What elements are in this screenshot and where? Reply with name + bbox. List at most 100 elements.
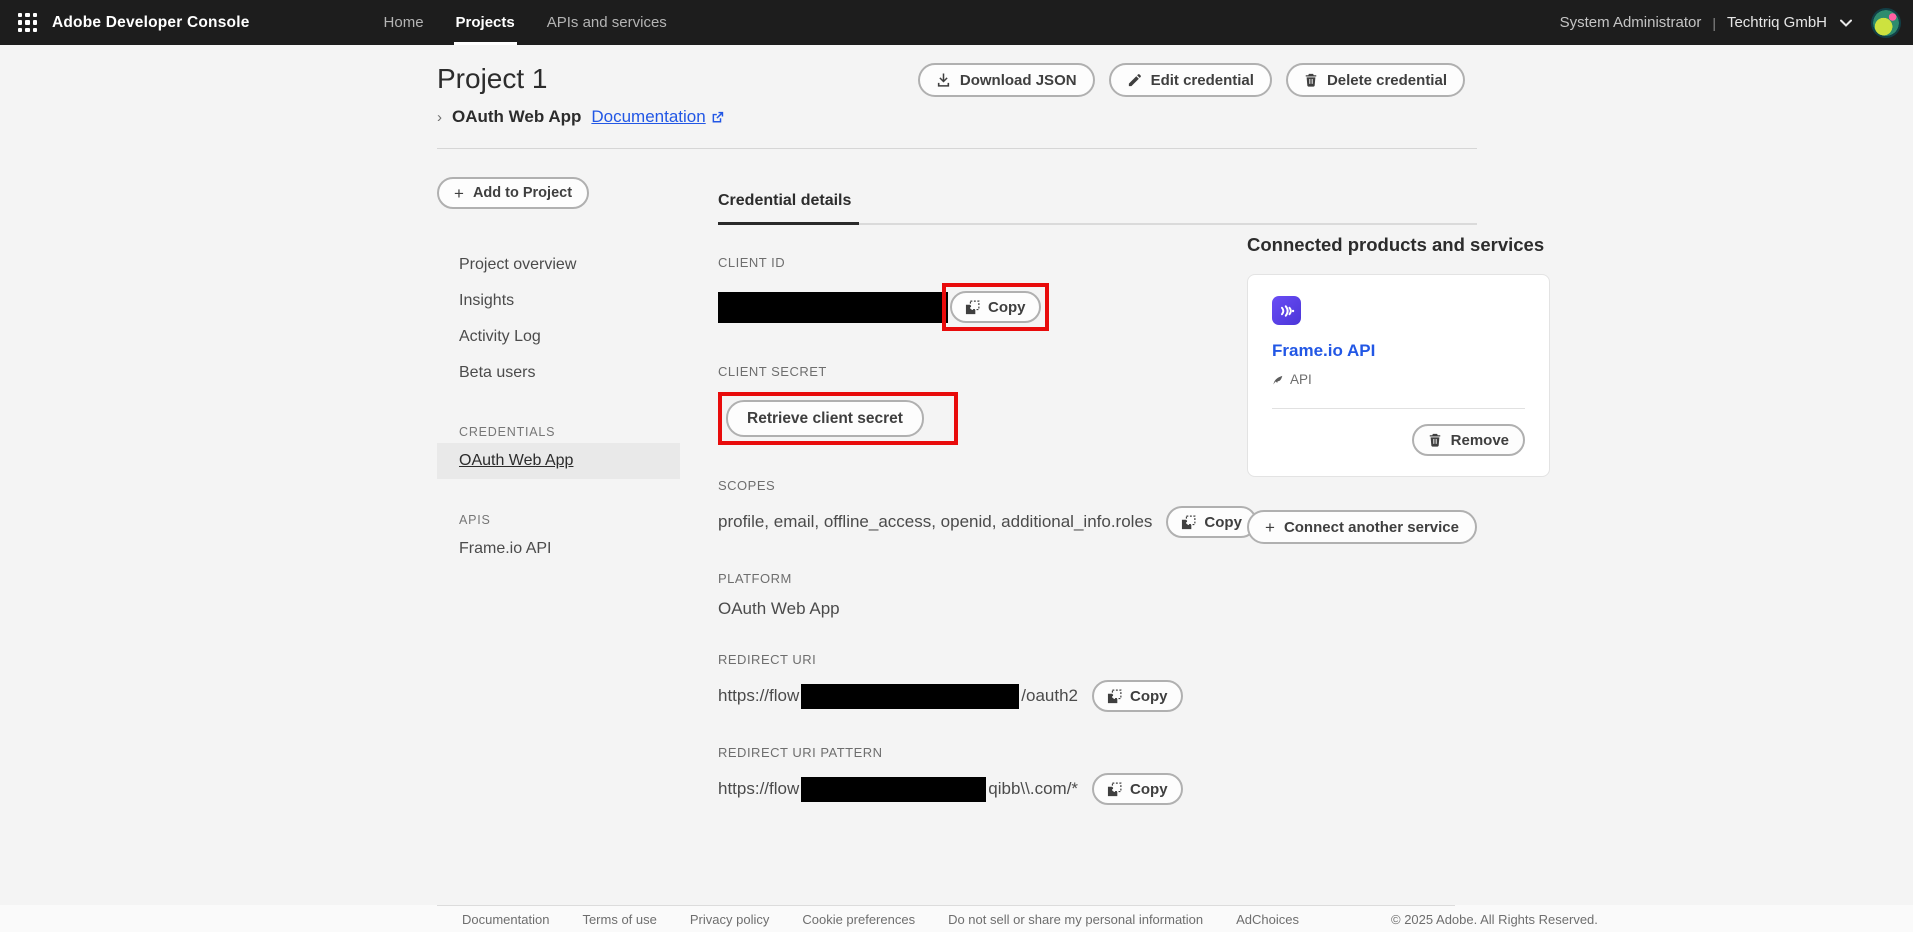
edit-pencil-icon [1127, 73, 1142, 88]
copy-redirect-uri-pattern-button[interactable]: Copy [1092, 773, 1183, 805]
redirect-uri-pattern-redacted [801, 777, 986, 802]
footer-link-do-not-sell[interactable]: Do not sell or share my personal informa… [948, 912, 1203, 927]
connect-another-service-button[interactable]: + Connect another service [1247, 510, 1477, 544]
sidebar-item-oauth-web-app[interactable]: OAuth Web App [437, 443, 680, 479]
trash-icon [1428, 432, 1442, 448]
app-grid-icon[interactable] [18, 13, 37, 32]
retrieve-client-secret-button[interactable]: Retrieve client secret [726, 400, 924, 437]
redirect-uri-redacted [801, 684, 1019, 709]
frameio-api-icon [1272, 296, 1301, 325]
credential-details-panel: CLIENT ID Copy CLIENT SECRET Retrieve cl… [718, 255, 1258, 838]
copy-redirect-uri-button[interactable]: Copy [1092, 680, 1183, 712]
footer-link-privacy-policy[interactable]: Privacy policy [690, 912, 769, 927]
api-type-icon [1272, 374, 1284, 386]
copy-scopes-button[interactable]: Copy [1166, 506, 1257, 538]
sidebar-item-insights[interactable]: Insights [437, 283, 680, 319]
redirect-uri-pattern-value: https://flow qibb\\.com/* [718, 777, 1078, 802]
delete-credential-button[interactable]: Delete credential [1286, 63, 1465, 97]
edit-credential-button[interactable]: Edit credential [1109, 63, 1272, 97]
chevron-down-icon[interactable] [1840, 19, 1852, 27]
documentation-label: Documentation [591, 107, 705, 127]
topbar-user-area: System Administrator | Techtriq GmbH [1560, 8, 1913, 38]
platform-field: PLATFORM OAuth Web App [718, 571, 1258, 619]
service-type-label: API [1290, 372, 1312, 387]
footer-divider [437, 905, 1455, 906]
frameio-api-link[interactable]: Frame.io API [1272, 341, 1525, 361]
breadcrumb: › OAuth Web App Documentation [437, 107, 1913, 127]
client-id-label: CLIENT ID [718, 255, 1258, 270]
redirect-uri-value: https://flow/oauth2 [718, 684, 1078, 709]
download-json-button[interactable]: Download JSON [918, 63, 1095, 97]
remove-label: Remove [1451, 432, 1509, 449]
chevron-right-icon[interactable]: › [437, 109, 442, 126]
redirect-uri-label: REDIRECT URI [718, 652, 1258, 667]
copyright-text: © 2025 Adobe. All Rights Reserved. [1391, 912, 1598, 927]
adobe-developer-console-page: { "topbar": { "app_title": "Adobe Develo… [0, 0, 1913, 932]
user-name: System Administrator [1560, 14, 1702, 31]
documentation-link[interactable]: Documentation [591, 107, 723, 127]
nav-item-apis-and-services[interactable]: APIs and services [531, 0, 683, 45]
client-id-redacted-value [718, 292, 948, 323]
org-switcher[interactable]: Techtriq GmbH [1727, 14, 1827, 31]
download-icon [936, 72, 951, 88]
sidebar-nav-list: Project overview Insights Activity Log B… [437, 247, 680, 567]
client-secret-field: CLIENT SECRET Retrieve client secret [718, 364, 1258, 445]
annotation-box-client-id-copy: Copy [942, 283, 1049, 331]
page-header: Project 1 Download JSON Edit credential … [0, 45, 1913, 97]
tab-credential-details[interactable]: Credential details [718, 192, 859, 225]
adobe-logo-wordmark[interactable]: Adobe Developer Console [52, 14, 250, 32]
footer-link-documentation[interactable]: Documentation [462, 912, 549, 927]
top-navigation-bar: Adobe Developer Console Home Projects AP… [0, 0, 1913, 45]
copy-label: Copy [1130, 688, 1168, 705]
scopes-value: profile, email, offline_access, openid, … [718, 512, 1152, 532]
connected-products-title: Connected products and services [1247, 232, 1550, 258]
sidebar-section-credentials: CREDENTIALS [437, 419, 680, 443]
sidebar-item-frameio-api[interactable]: Frame.io API [437, 531, 680, 567]
download-json-label: Download JSON [960, 72, 1077, 89]
copy-label: Copy [1204, 514, 1242, 531]
user-avatar[interactable] [1871, 8, 1901, 38]
sidebar-item-activity-log[interactable]: Activity Log [437, 319, 680, 355]
project-sidebar: + Add to Project Project overview Insigh… [437, 177, 680, 567]
sidebar-item-beta-users[interactable]: Beta users [437, 355, 680, 391]
nav-item-projects[interactable]: Projects [440, 0, 531, 45]
plus-icon: + [454, 185, 464, 202]
redirect-uri-pattern-field: REDIRECT URI PATTERN https://flowqibb\\.… [718, 745, 1258, 805]
edit-credential-label: Edit credential [1151, 72, 1254, 89]
platform-label: PLATFORM [718, 571, 1258, 586]
scopes-field: SCOPES profile, email, offline_access, o… [718, 478, 1258, 538]
primary-nav: Home Projects APIs and services [368, 0, 683, 45]
footer-link-terms-of-use[interactable]: Terms of use [582, 912, 656, 927]
redirect-uri-pattern-suffix: qibb\\.com/* [988, 778, 1078, 797]
copy-icon [1181, 515, 1196, 530]
add-to-project-button[interactable]: + Add to Project [437, 177, 589, 209]
redirect-uri-suffix: /oauth2 [1021, 685, 1078, 704]
client-id-field: CLIENT ID Copy [718, 255, 1258, 331]
add-to-project-label: Add to Project [473, 185, 572, 201]
copy-icon [1107, 782, 1122, 797]
footer-link-adchoices[interactable]: AdChoices [1236, 912, 1299, 927]
copy-client-id-button[interactable]: Copy [950, 291, 1041, 323]
copy-label: Copy [988, 299, 1026, 316]
external-link-icon [711, 111, 724, 124]
footer-link-cookie-preferences[interactable]: Cookie preferences [802, 912, 915, 927]
plus-icon: + [1265, 519, 1275, 536]
nav-item-home[interactable]: Home [368, 0, 440, 45]
header-divider [437, 148, 1477, 149]
sidebar-item-oauth-web-app-label: OAuth Web App [459, 452, 573, 469]
remove-service-button[interactable]: Remove [1412, 424, 1525, 456]
connect-another-service-label: Connect another service [1284, 519, 1459, 536]
sidebar-item-project-overview[interactable]: Project overview [437, 247, 680, 283]
credential-tabs: Credential details [718, 192, 1477, 225]
page-footer: Documentation Terms of use Privacy polic… [0, 905, 1913, 932]
platform-value: OAuth Web App [718, 599, 840, 619]
sidebar-section-apis: APIS [437, 507, 680, 531]
connected-products-panel: Connected products and services Frame.io… [1247, 232, 1550, 544]
credential-name: OAuth Web App [452, 107, 581, 127]
redirect-uri-pattern-prefix: https://flow [718, 778, 799, 797]
delete-credential-label: Delete credential [1327, 72, 1447, 89]
redirect-uri-field: REDIRECT URI https://flow/oauth2 Copy [718, 652, 1258, 712]
header-actions: Download JSON Edit credential Delete cre… [918, 63, 1465, 97]
card-divider [1272, 408, 1525, 409]
service-type-row: API [1272, 372, 1525, 387]
